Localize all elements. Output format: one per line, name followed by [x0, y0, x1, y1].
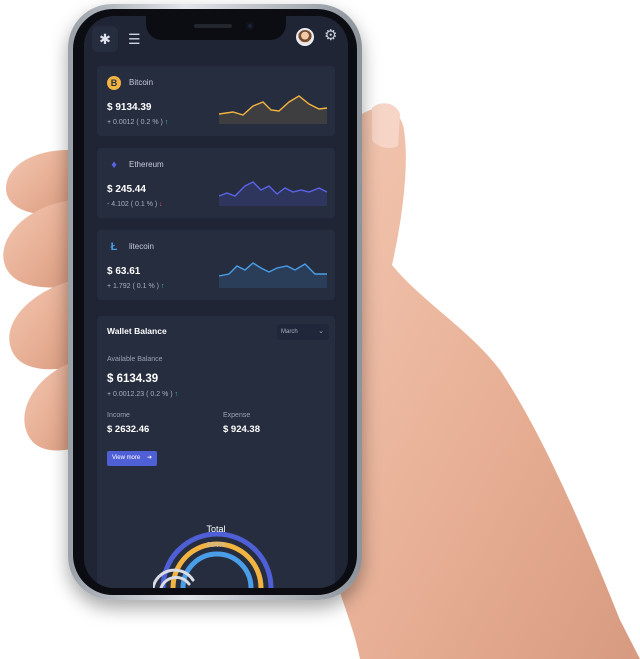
income-value: $ 2632.46	[107, 424, 150, 435]
arrow-up-icon: ↑	[164, 119, 169, 126]
speaker	[194, 24, 232, 28]
sparkline-litecoin	[219, 262, 327, 288]
bitcoin-icon: B	[107, 76, 121, 90]
coin-name: Ethereum	[129, 160, 164, 169]
wallet-title: Wallet Balance	[107, 326, 167, 336]
coin-change: + 0.0012 ( 0.2 % ) ↑	[107, 119, 169, 126]
expense-label: Expense	[223, 412, 251, 419]
chevron-down-icon: ⌄	[318, 328, 324, 335]
coin-price: $ 63.61	[107, 266, 141, 277]
available-balance-amount: $ 6134.39	[107, 373, 159, 385]
notch	[146, 16, 286, 40]
sparkline-bitcoin	[219, 95, 327, 124]
sparkline-ethereum	[219, 181, 327, 206]
available-balance-change: + 0.0012.23 ( 0.2 % ) ↑	[107, 391, 179, 398]
coin-name: litecoin	[129, 242, 154, 251]
coin-price: $ 245.44	[107, 184, 146, 195]
view-more-button[interactable]: View more ➔	[107, 451, 157, 466]
coin-card-bitcoin[interactable]: B Bitcoin $ 9134.39 + 0.0012 ( 0.2 % ) ↑	[97, 66, 335, 136]
arrow-down-icon: ↓	[159, 201, 163, 208]
logo-icon[interactable]: ✱	[92, 26, 118, 52]
menu-icon[interactable]: ☰	[128, 30, 141, 48]
phone-screen: ✱ ☰ ⚙ B Bitcoin $ 9134.39 + 0.0012 ( 0.2…	[84, 16, 348, 588]
coin-card-ethereum[interactable]: ♦ Ethereum $ 245.44 - 4.102 ( 0.1 % ) ↓	[97, 148, 335, 218]
camera-icon	[246, 22, 254, 30]
available-balance-label: Available Balance	[107, 356, 163, 363]
coin-change: + 1.792 ( 0.1 % ) ↑	[107, 283, 165, 290]
arrow-right-icon: ➔	[146, 455, 152, 461]
income-label: Income	[107, 412, 130, 419]
litecoin-icon: Ł	[110, 241, 118, 253]
coin-name: Bitcoin	[129, 78, 154, 87]
coin-card-litecoin[interactable]: Ł litecoin $ 63.61 + 1.792 ( 0.1 % ) ↑	[97, 230, 335, 300]
wallet-balance-card: Wallet Balance March ⌄ Available Balance…	[97, 316, 335, 588]
coin-change: - 4.102 ( 0.1 % ) ↓	[107, 201, 163, 208]
ethereum-icon: ♦	[111, 159, 117, 171]
gear-icon[interactable]: ⚙	[324, 26, 337, 44]
expense-value: $ 924.38	[223, 424, 260, 435]
coin-price: $ 9134.39	[107, 102, 152, 113]
donut-total-percent: 204%	[206, 540, 226, 549]
donut-total-label: Total	[206, 524, 226, 534]
arrow-up-icon: ↑	[160, 283, 165, 290]
avatar[interactable]	[296, 28, 314, 46]
donut-ring-inner	[180, 551, 254, 588]
month-select[interactable]: March ⌄	[277, 324, 329, 340]
arrow-up-icon: ↑	[174, 391, 179, 398]
